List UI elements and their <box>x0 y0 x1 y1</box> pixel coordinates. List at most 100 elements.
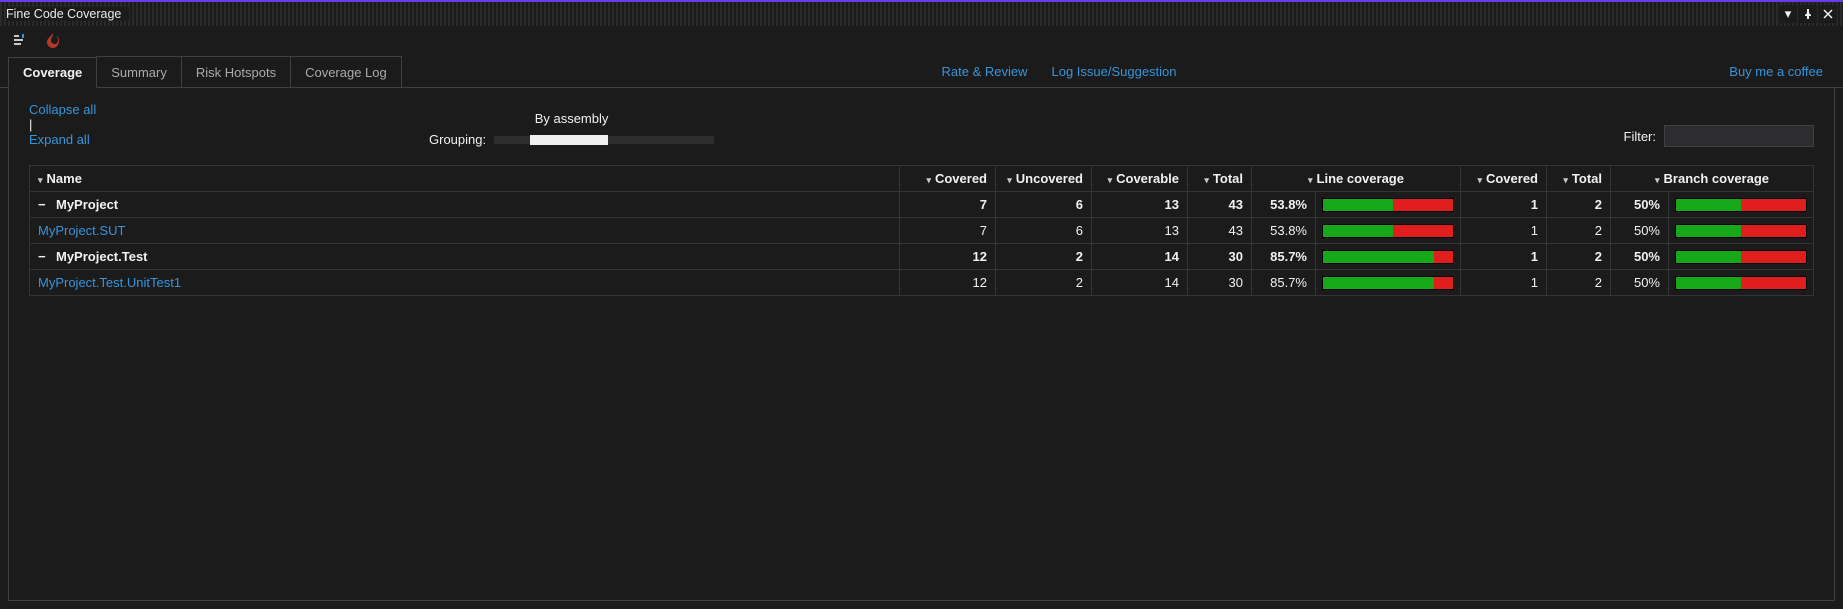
covered-cell: 12 <box>900 270 996 296</box>
uncovered-cell: 6 <box>996 218 1092 244</box>
line-bar-cell <box>1316 244 1461 270</box>
grouping-slider[interactable] <box>494 136 714 144</box>
branch-bar-cell <box>1669 218 1814 244</box>
tab-row: Coverage Summary Risk Hotspots Coverage … <box>0 56 1843 88</box>
col-branch-total[interactable]: ▾Total <box>1547 166 1611 192</box>
branch-pct-cell: 50% <box>1611 192 1669 218</box>
coverage-bar <box>1675 250 1807 264</box>
coverage-bar <box>1675 198 1807 212</box>
filter-input[interactable] <box>1664 125 1814 147</box>
sort-icon: ▾ <box>1563 175 1568 186</box>
tab-risk-hotspots[interactable]: Risk Hotspots <box>181 56 291 87</box>
line-pct-cell: 85.7% <box>1252 270 1316 296</box>
item-name-cell[interactable]: MyProject.SUT <box>30 218 900 244</box>
line-bar-cell <box>1316 270 1461 296</box>
sort-icon: ▾ <box>926 175 931 186</box>
uncovered-cell: 2 <box>996 244 1092 270</box>
table-row: MyProject.SUT76134353.8%1250% <box>30 218 1814 244</box>
coverage-bar <box>1675 224 1807 238</box>
branch-total-cell: 2 <box>1547 218 1611 244</box>
row-name: MyProject <box>56 197 118 212</box>
group-name-cell: −MyProject.Test <box>30 244 900 270</box>
row-name[interactable]: MyProject.Test.UnitTest1 <box>38 275 181 290</box>
coverage-bar <box>1322 276 1454 290</box>
rate-review-link[interactable]: Rate & Review <box>930 56 1040 87</box>
line-pct-cell: 53.8% <box>1252 218 1316 244</box>
col-name[interactable]: ▾Name <box>30 166 900 192</box>
col-branch-covered[interactable]: ▾Covered <box>1461 166 1547 192</box>
coverable-cell: 13 <box>1092 218 1188 244</box>
branch-pct-cell: 50% <box>1611 218 1669 244</box>
col-branch-coverage[interactable]: ▾Branch coverage <box>1611 166 1814 192</box>
buy-coffee-link[interactable]: Buy me a coffee <box>1717 56 1835 87</box>
coverable-cell: 14 <box>1092 244 1188 270</box>
covered-cell: 7 <box>900 218 996 244</box>
table-group-row: −MyProject76134353.8%1250% <box>30 192 1814 218</box>
uncovered-cell: 2 <box>996 270 1092 296</box>
branch-total-cell: 2 <box>1547 192 1611 218</box>
collapse-icon[interactable]: − <box>38 197 48 212</box>
col-covered[interactable]: ▾Covered <box>900 166 996 192</box>
log-issue-link[interactable]: Log Issue/Suggestion <box>1039 56 1188 87</box>
branch-total-cell: 2 <box>1547 270 1611 296</box>
sort-icon: ▾ <box>1477 175 1482 186</box>
covered-cell: 7 <box>900 192 996 218</box>
col-line-coverage[interactable]: ▾Line coverage <box>1252 166 1461 192</box>
col-uncovered[interactable]: ▾Uncovered <box>996 166 1092 192</box>
sort-icon: ▾ <box>1007 175 1012 186</box>
table-row: MyProject.Test.UnitTest1122143085.7%1250… <box>30 270 1814 296</box>
total-cell: 30 <box>1188 270 1252 296</box>
line-pct-cell: 53.8% <box>1252 192 1316 218</box>
flame-icon[interactable] <box>44 32 62 50</box>
table-header-row: ▾Name ▾Covered ▾Uncovered ▾Coverable ▾To… <box>30 166 1814 192</box>
coverage-bar <box>1322 224 1454 238</box>
col-coverable[interactable]: ▾Coverable <box>1092 166 1188 192</box>
branch-covered-cell: 1 <box>1461 244 1547 270</box>
row-name: MyProject.Test <box>56 249 148 264</box>
window-title: Fine Code Coverage <box>6 7 129 21</box>
collapse-icon[interactable]: − <box>38 249 48 264</box>
sort-icon: ▾ <box>1655 175 1660 186</box>
titlebar: Fine Code Coverage ▾ <box>0 2 1843 26</box>
collapse-all-link[interactable]: Collapse all <box>29 102 429 117</box>
uncovered-cell: 6 <box>996 192 1092 218</box>
coverable-cell: 13 <box>1092 192 1188 218</box>
grouping-label: Grouping: <box>429 132 486 147</box>
pin-icon[interactable] <box>1799 5 1817 23</box>
coverable-cell: 14 <box>1092 270 1188 296</box>
branch-covered-cell: 1 <box>1461 270 1547 296</box>
tab-coverage-log[interactable]: Coverage Log <box>290 56 402 87</box>
branch-bar-cell <box>1669 192 1814 218</box>
coverage-bar <box>1675 276 1807 290</box>
branch-bar-cell <box>1669 270 1814 296</box>
col-total[interactable]: ▾Total <box>1188 166 1252 192</box>
grouping-mode-label: By assembly <box>429 111 714 126</box>
total-cell: 30 <box>1188 244 1252 270</box>
tab-coverage[interactable]: Coverage <box>8 57 97 88</box>
sort-icon: ▾ <box>1108 175 1113 186</box>
branch-pct-cell: 50% <box>1611 270 1669 296</box>
sort-icon: ▾ <box>1308 175 1313 186</box>
row-name[interactable]: MyProject.SUT <box>38 223 125 238</box>
coverage-bar <box>1322 250 1454 264</box>
item-name-cell[interactable]: MyProject.Test.UnitTest1 <box>30 270 900 296</box>
covered-cell: 12 <box>900 244 996 270</box>
coverage-bar <box>1322 198 1454 212</box>
total-cell: 43 <box>1188 192 1252 218</box>
table-group-row: −MyProject.Test122143085.7%1250% <box>30 244 1814 270</box>
toolbar <box>0 26 1843 56</box>
line-pct-cell: 85.7% <box>1252 244 1316 270</box>
branch-covered-cell: 1 <box>1461 218 1547 244</box>
line-bar-cell <box>1316 218 1461 244</box>
close-icon[interactable] <box>1819 5 1837 23</box>
branch-pct-cell: 50% <box>1611 244 1669 270</box>
tab-summary[interactable]: Summary <box>96 56 182 87</box>
clear-ui-icon[interactable] <box>12 32 30 50</box>
expand-all-link[interactable]: Expand all <box>29 132 429 147</box>
coverage-content: Collapse all | Expand all By assembly Gr… <box>8 88 1835 601</box>
window-menu-dropdown-icon[interactable]: ▾ <box>1779 5 1797 23</box>
separator: | <box>29 117 32 132</box>
branch-bar-cell <box>1669 244 1814 270</box>
group-name-cell: −MyProject <box>30 192 900 218</box>
branch-covered-cell: 1 <box>1461 192 1547 218</box>
